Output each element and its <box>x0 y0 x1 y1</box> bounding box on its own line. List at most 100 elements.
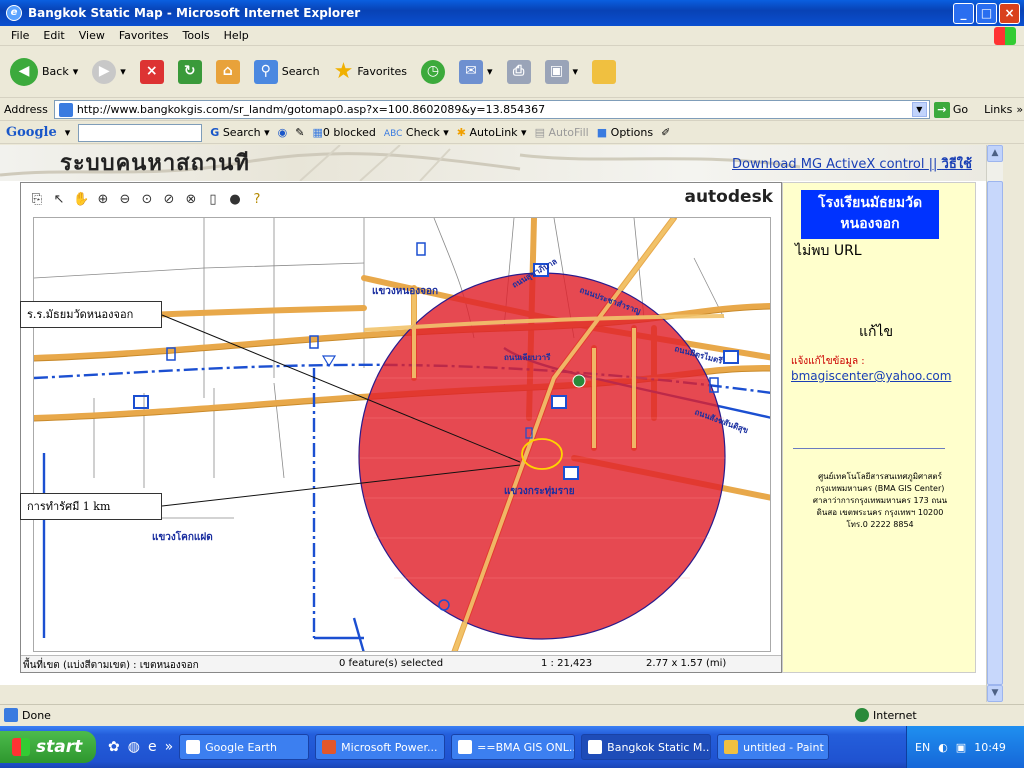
autolink-icon: ✱ <box>456 126 466 139</box>
map-status-selected: 0 feature(s) selected <box>339 658 444 669</box>
links-button[interactable]: Links <box>984 103 1012 116</box>
howto-link[interactable]: วิธีใช้ <box>942 157 972 172</box>
label-road-liapwari: ถนนเลียบวารี <box>504 352 551 362</box>
zoom-extent-icon[interactable]: ⊗ <box>183 192 199 207</box>
star-icon: ★ <box>333 59 354 84</box>
refresh-icon: ↻ <box>177 59 202 84</box>
print-button[interactable]: ⎙ <box>503 58 535 86</box>
task-powerpoint[interactable]: Microsoft Power... <box>315 734 446 760</box>
windows-logo-icon <box>994 27 1016 45</box>
menu-help[interactable]: Help <box>217 29 256 42</box>
home-button[interactable]: ⌂ <box>212 58 244 86</box>
chevron-right-icon[interactable]: » <box>1016 103 1023 116</box>
pan-hand-icon[interactable]: ✋ <box>73 192 89 207</box>
stop-map-icon[interactable]: ● <box>227 192 243 207</box>
address-input[interactable]: http://www.bangkokgis.com/sr_landm/gotom… <box>53 100 930 119</box>
edit-page-button[interactable]: ▣ ▾ <box>541 58 583 86</box>
pagerank-icon[interactable]: ✎ <box>295 126 304 139</box>
zoom-window-icon[interactable]: ⊘ <box>161 192 177 207</box>
search-button[interactable]: ⚲ Search <box>250 58 324 86</box>
globe-icon <box>855 708 869 722</box>
msn-icon[interactable]: ✿ <box>108 739 120 755</box>
task-bangkok-static-map[interactable]: Bangkok Static M... <box>581 734 712 760</box>
address-label: Address <box>4 103 48 116</box>
autofill-icon: ▤ <box>534 126 545 139</box>
zoom-out-icon[interactable]: ⊖ <box>117 192 133 207</box>
refresh-button[interactable]: ↻ <box>174 58 206 86</box>
highlight-icon[interactable]: ✐ <box>661 126 670 139</box>
task-bma-gis[interactable]: ==BMA GIS ONL... <box>451 734 576 760</box>
language-indicator[interactable]: EN <box>915 741 930 754</box>
zoom-previous-icon[interactable]: ⊙ <box>139 192 155 207</box>
menu-tools[interactable]: Tools <box>176 29 217 42</box>
ie-icon: e <box>6 5 22 21</box>
email-link[interactable]: bmagiscenter@yahoo.com <box>791 369 951 383</box>
task-google-earth[interactable]: Google Earth <box>179 734 310 760</box>
divider <box>793 448 945 449</box>
page-done-icon <box>4 708 18 722</box>
address-dropdown-icon[interactable]: ▼ <box>911 102 927 117</box>
stop-button[interactable]: × <box>136 58 168 86</box>
google-logo[interactable]: Google <box>6 125 57 140</box>
google-search-button[interactable]: G Search ▾ <box>210 126 269 139</box>
map-status-bar: พื้นที่เขต (แบ่งสีตามเขต) : เขตหนองจอก 0… <box>21 655 781 672</box>
spellcheck-button[interactable]: ABC Check ▾ <box>384 126 449 139</box>
chevron-down-icon: ▾ <box>72 65 79 78</box>
quick-launch-expand-icon[interactable]: » <box>165 739 174 755</box>
copy-map-icon[interactable]: ⎘ <box>29 192 45 207</box>
options-button[interactable]: ■ Options <box>597 126 653 139</box>
edit-button[interactable]: แก้ไข <box>859 321 893 343</box>
ie-task-icon <box>458 740 473 754</box>
popup-blocker-button[interactable]: ▦0 blocked <box>312 126 375 139</box>
chevron-down-icon: ▾ <box>487 65 493 78</box>
mail-button[interactable]: ✉ ▾ <box>455 58 497 86</box>
back-arrow-icon: ◀ <box>10 57 38 86</box>
print-map-icon[interactable]: ▯ <box>205 192 221 207</box>
school-callout: ร.ร.มัธยมวัดหนองจอก <box>20 301 162 328</box>
favorites-button[interactable]: ★ Favorites <box>330 57 411 86</box>
autofill-button[interactable]: ▤ AutoFill <box>535 126 589 139</box>
zoom-in-icon[interactable]: ⊕ <box>95 192 111 207</box>
chevron-down-icon[interactable]: ▾ <box>65 126 71 139</box>
info-panel: โรงเรียนมัธยมวัด หนองจอก ไม่พบ URL แก้ไข… <box>782 182 976 673</box>
volume-icon[interactable]: ▣ <box>956 741 966 754</box>
task-paint[interactable]: untitled - Paint <box>717 734 830 760</box>
news-icon[interactable]: ◉ <box>278 126 288 139</box>
link-separator: || <box>928 157 938 172</box>
menu-view[interactable]: View <box>72 29 112 42</box>
scroll-up-button[interactable]: ▲ <box>987 145 1003 162</box>
back-button[interactable]: ◀ Back ▾ <box>6 56 82 88</box>
select-arrow-icon[interactable]: ↖ <box>51 192 67 207</box>
forward-button[interactable]: ▶ ▾ <box>88 58 130 86</box>
options-icon: ■ <box>596 126 608 139</box>
google-earth-icon <box>186 740 201 754</box>
autolink-button[interactable]: ✱ AutoLink ▾ <box>457 126 527 139</box>
maximize-button[interactable]: □ <box>976 3 997 24</box>
vertical-scrollbar[interactable]: ▲ ▼ <box>986 145 1003 702</box>
folder-button[interactable] <box>588 58 620 86</box>
scroll-down-button[interactable]: ▼ <box>987 685 1003 702</box>
ie-quicklaunch-icon[interactable]: e <box>148 739 157 755</box>
minimize-button[interactable]: _ <box>953 3 974 24</box>
media-icon[interactable]: ◍ <box>128 739 140 755</box>
menu-edit[interactable]: Edit <box>36 29 71 42</box>
menu-file[interactable]: File <box>4 29 36 42</box>
start-button[interactable]: start <box>0 731 96 763</box>
help-map-icon[interactable]: ? <box>249 192 265 207</box>
map-canvas[interactable]: แขวงหนองจอก แขวงกระทุ่มราย แขวงโคกแฝด ถน… <box>33 217 771 652</box>
network-icon[interactable]: ◐ <box>938 741 948 754</box>
system-tray: EN ◐ ▣ 10:49 <box>906 726 1024 768</box>
scroll-thumb[interactable] <box>987 181 1003 685</box>
google-search-input[interactable] <box>78 123 203 142</box>
menu-favorites[interactable]: Favorites <box>112 29 176 42</box>
close-button[interactable]: × <box>999 3 1020 24</box>
taskbar: start ✿ ◍ e » Google Earth Microsoft Pow… <box>0 726 1024 768</box>
page-content: ระบบคนหาสถานที Download MG ActiveX contr… <box>0 145 986 685</box>
search-icon: ⚲ <box>253 59 278 84</box>
powerpoint-icon <box>322 740 337 754</box>
download-activex-link[interactable]: Download MG ActiveX control <box>732 157 925 172</box>
map-svg: แขวงหนองจอก แขวงกระทุ่มราย แขวงโคกแฝด ถน… <box>34 218 770 651</box>
history-button[interactable]: ◷ <box>417 58 449 86</box>
school-name-badge: โรงเรียนมัธยมวัด หนองจอก <box>801 190 939 239</box>
go-button[interactable]: → Go <box>933 101 968 118</box>
